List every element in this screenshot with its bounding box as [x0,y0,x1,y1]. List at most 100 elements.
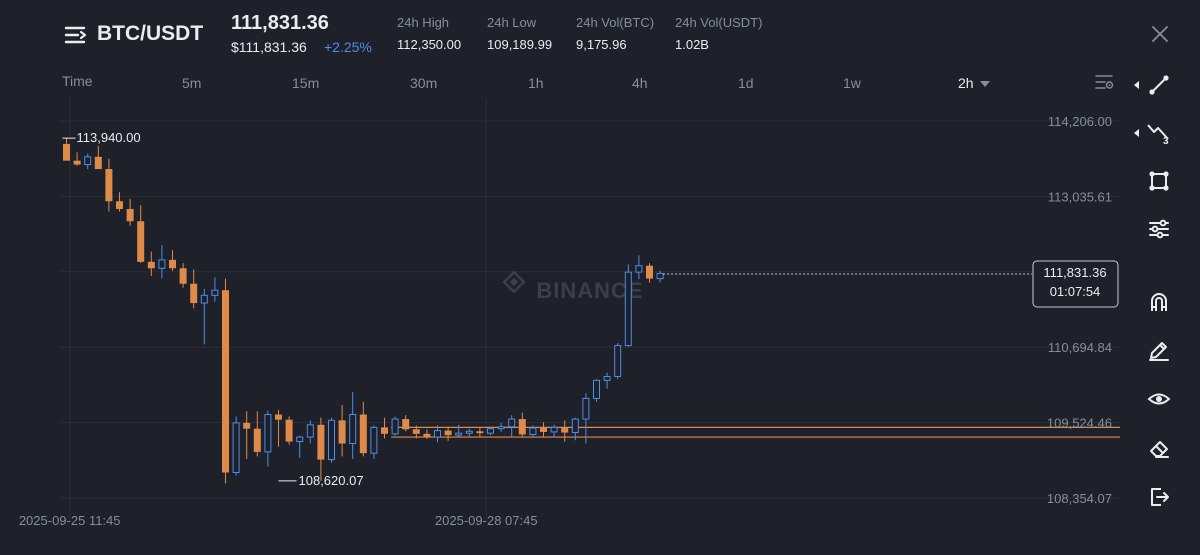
candle [190,269,198,309]
candle-body [635,265,643,273]
chevron-down-icon [979,81,990,88]
candle [465,428,473,438]
candle [370,425,378,459]
candle-body [147,261,155,269]
ticker-header: BTC/USDT 111,831.36 $111,831.36 +2.25% 2… [0,0,1200,68]
candle [656,270,664,283]
candle-body [381,427,388,434]
tab-1h[interactable]: 1h [528,75,544,91]
candle [73,152,81,166]
candle [232,416,240,476]
candle-body [476,431,484,434]
candle-body [63,143,70,161]
candle [359,401,367,457]
candle-body [423,433,431,438]
time-tick-label: 2025-09-25 11:45 [19,513,121,528]
candle-body [264,414,272,453]
candle-body [179,268,187,284]
trend-line-tool[interactable] [1134,67,1178,103]
stat-label: 24h Vol(BTC) [576,15,655,30]
tool-expand-icon [1134,81,1139,89]
current-price-marker: 111,831.36 01:07:54 [663,260,1119,308]
candle [200,288,208,345]
candle-body [571,418,579,434]
fib-tool[interactable]: 3 [1134,115,1178,151]
magnet-icon [1151,293,1167,311]
magnet-tool[interactable] [1140,284,1178,320]
candle-body [508,418,516,428]
candle [381,417,388,439]
candle-body [550,426,558,433]
timeframe-bar: Time 5m 15m 30m 1h 4h 1d 1w 2h [0,68,1120,98]
candle [603,372,611,389]
stat-24h-high: 24h High 112,350.00 [397,15,461,52]
candle-body [582,397,590,420]
candle [243,411,251,459]
close-icon[interactable] [1150,24,1170,44]
usd-price: $111,831.36 [231,39,307,55]
candle-body [465,430,473,434]
tab-1w[interactable]: 1w [843,75,861,91]
candle-body [529,427,537,435]
candle-body [624,271,632,347]
tab-2h-dropdown[interactable]: 2h [958,75,990,91]
candle-body [656,272,664,280]
tab-15m[interactable]: 15m [292,75,319,91]
candle-body [444,430,452,436]
menu-icon[interactable] [64,24,90,46]
candle [624,264,632,347]
candle-body [200,294,208,304]
candle-body [497,426,505,430]
min-price-label: 108,620.07 [299,473,364,488]
candlestick-chart[interactable]: BINANCE 114,206.00113,035.61111,865.2211… [0,98,1120,555]
candle-body [349,414,357,445]
candle [635,255,643,280]
candle-body [105,169,113,202]
tab-4h[interactable]: 4h [632,75,648,91]
candle-body [487,428,494,434]
candle [264,410,272,467]
candle [169,250,176,271]
price-axis: 114,206.00113,035.61111,865.22110,694.84… [1047,114,1112,506]
candle-body [275,414,282,420]
candle [518,412,526,438]
time-label[interactable]: Time [62,73,93,89]
candle-body [412,429,420,434]
exit-tool[interactable] [1140,479,1178,515]
tab-2h-label: 2h [958,75,974,91]
visibility-tool[interactable] [1140,381,1178,417]
candle-body [158,259,166,269]
eraser-tool[interactable] [1140,430,1178,466]
candle-body [614,345,622,378]
change-percent: +2.25% [324,39,372,55]
tab-30m[interactable]: 30m [410,75,437,91]
candle [137,205,145,264]
candle [328,417,335,463]
shapes-tool[interactable] [1140,163,1178,199]
stat-value: 109,189.99 [487,37,553,52]
countdown-label: 01:07:54 [1050,284,1101,299]
candle-body [593,379,600,399]
candle [306,420,314,444]
price-tick-label: 114,206.00 [1048,114,1112,129]
price-tick-label: 113,035.61 [1048,189,1112,204]
candle [550,424,558,438]
candle [211,277,219,302]
tab-1d[interactable]: 1d [738,75,754,91]
chart-settings-icon[interactable] [1094,73,1114,91]
last-price: 111,831.36 [231,12,329,34]
tab-5m[interactable]: 5m [182,75,201,91]
candle [349,391,357,459]
candle [158,245,166,279]
candle-body [211,289,219,296]
indicators-tool[interactable] [1140,211,1178,247]
svg-text:3: 3 [1163,136,1169,145]
candle [455,424,463,438]
symbol-title[interactable]: BTC/USDT [97,22,203,46]
candle [540,422,547,438]
candle [317,417,325,481]
pencil-tool[interactable] [1140,332,1178,368]
candle [487,426,494,436]
candle-body [370,426,378,454]
candle-body [190,283,198,304]
